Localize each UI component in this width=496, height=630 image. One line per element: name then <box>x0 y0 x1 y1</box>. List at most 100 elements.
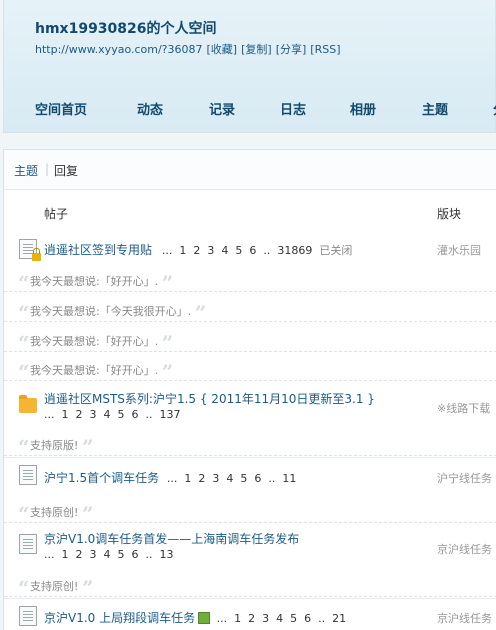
column-board-header: 版块 <box>437 207 462 221</box>
thread-title[interactable]: 京沪V1.0 上局翔段调车任务 <box>44 611 195 625</box>
page-link[interactable]: 137 <box>160 408 181 421</box>
page-link[interactable]: 6 <box>132 408 139 421</box>
page-ellipsis: ... <box>166 472 178 485</box>
page-link[interactable]: 6 <box>304 612 311 625</box>
column-post-header: 帖子 <box>44 207 69 221</box>
page-link[interactable]: 2 <box>193 244 200 257</box>
board-link[interactable]: 灌水乐园 <box>437 242 481 258</box>
board-link[interactable]: 京沪线任务 <box>437 541 492 557</box>
thread-row: 逍遥社区MSTS系列:沪宁1.5 { 2011年11月10日更新至3.1 } .… <box>4 386 496 431</box>
reply-quote: “ 支持原创! ” <box>4 572 496 600</box>
copy-link[interactable]: [复制] <box>241 43 272 56</box>
page-link[interactable]: 3 <box>90 548 97 561</box>
page-link[interactable]: 3 <box>207 244 214 257</box>
tab-replies[interactable]: 回复 <box>54 162 78 179</box>
page-link[interactable]: 6 <box>132 548 139 561</box>
close-quote-icon: ” <box>81 502 93 526</box>
page-link[interactable]: 5 <box>118 408 125 421</box>
page-link[interactable]: 3 <box>262 612 269 625</box>
page-link[interactable]: 31869 <box>277 244 312 257</box>
thread-doc-icon <box>19 606 37 626</box>
row-divider <box>4 457 496 458</box>
page-link[interactable]: 4 <box>104 408 111 421</box>
tab-separator: | <box>45 162 50 176</box>
page-link[interactable]: 3 <box>90 408 97 421</box>
page-link[interactable]: 6 <box>249 244 256 257</box>
nav-topics[interactable]: 主题 <box>422 99 448 118</box>
page-ellipsis: ... <box>44 548 55 561</box>
board-link[interactable]: ※线路下载 <box>437 400 490 416</box>
reply-quote: “ 支持原创! ” <box>4 498 496 526</box>
close-quote-icon: ” <box>194 301 206 325</box>
thread-title[interactable]: 逍遥社区签到专用贴 <box>44 243 152 257</box>
favorite-link[interactable]: [收藏] <box>207 43 238 56</box>
open-quote-icon: “ <box>18 331 29 355</box>
nav-blog[interactable]: 日志 <box>280 99 306 118</box>
quote-text: 支持原创! <box>30 506 79 519</box>
page-link[interactable]: 5 <box>290 612 297 625</box>
page-link[interactable]: 6 <box>254 472 261 485</box>
page-link[interactable]: 2 <box>76 408 83 421</box>
thread-doc-icon <box>19 465 37 485</box>
page-link[interactable]: 1 <box>62 408 69 421</box>
reply-quote: “ 我今天最想说:「好开心」. ” <box>4 356 496 384</box>
row-divider <box>4 598 496 599</box>
quote-text: 我今天最想说:「好开心」. <box>30 275 159 288</box>
reply-quote: “ 我今天最想说:「今天我很开心」. ” <box>4 297 496 325</box>
folder-icon <box>19 395 37 413</box>
thread-doc-icon <box>19 534 37 554</box>
open-quote-icon: “ <box>18 360 29 384</box>
page-link[interactable]: 21 <box>332 612 346 625</box>
rss-link[interactable]: [RSS] <box>310 43 340 56</box>
thread-title[interactable]: 逍遥社区MSTS系列:沪宁1.5 { 2011年11月10日更新至3.1 } <box>44 390 375 407</box>
reply-quote: “ 支持原版! ” <box>4 431 496 459</box>
page-link[interactable]: 1 <box>234 612 241 625</box>
nav-records[interactable]: 记录 <box>209 99 235 118</box>
page-link[interactable]: 4 <box>276 612 283 625</box>
open-quote-icon: “ <box>18 271 29 295</box>
page-link[interactable]: 5 <box>118 548 125 561</box>
nav-home[interactable]: 空间首页 <box>35 99 87 118</box>
nav-activity[interactable]: 动态 <box>137 99 163 118</box>
quote-text: 支持原创! <box>30 580 79 593</box>
share-link[interactable]: [分享] <box>276 43 307 56</box>
thread-title[interactable]: 京沪V1.0调车任务首发——上海南调车任务发布 <box>44 530 299 547</box>
thread-row: 沪宁1.5首个调车任务 ... 1 2 3 4 5 6.. 11 沪宁线任务 <box>4 462 496 492</box>
space-links: http://www.xyyao.com/?36087 [收藏] [复制] [分享][… <box>35 41 345 57</box>
open-quote-icon: “ <box>18 435 29 459</box>
page-link[interactable]: 5 <box>235 244 242 257</box>
reply-quote: “ 我今天最想说:「好开心」. ” <box>4 327 496 355</box>
locked-thread-icon <box>19 239 41 261</box>
page-ellipsis: ... <box>44 408 55 421</box>
board-link[interactable]: 沪宁线任务 <box>437 470 492 486</box>
thread-row: 京沪V1.0调车任务首发——上海南调车任务发布 ... 1 2 3 4 5 6.. 13 京沪… <box>4 526 496 571</box>
page-link[interactable]: 13 <box>160 548 174 561</box>
tab-topics[interactable]: 主题 <box>14 162 38 179</box>
thread-title[interactable]: 沪宁1.5首个调车任务 <box>44 471 159 485</box>
page-link[interactable]: 2 <box>248 612 255 625</box>
page-link[interactable]: 3 <box>212 472 219 485</box>
close-quote-icon: ” <box>81 435 93 459</box>
closed-status: 已关闭 <box>319 244 353 257</box>
page-link[interactable]: 11 <box>282 472 296 485</box>
page-link[interactable]: 1 <box>62 548 69 561</box>
page-link[interactable]: 4 <box>104 548 111 561</box>
page-link[interactable]: 2 <box>198 472 205 485</box>
page-link[interactable]: 1 <box>179 244 186 257</box>
topics-panel: 主题 | 回复 帖子 版块 逍遥社区签到专用贴 ... 1 2 3 4 5 6.. 31869… <box>3 149 496 630</box>
space-url-link[interactable]: http://www.xyyao.com/?36087 <box>35 43 203 56</box>
nav-album[interactable]: 相册 <box>350 99 376 118</box>
page-ellipsis: .. <box>263 244 271 257</box>
thread-row: 京沪V1.0 上局翔段调车任务 ... 1 2 3 4 5 6.. 21 京沪线任务 <box>4 602 496 630</box>
page-link[interactable]: 2 <box>76 548 83 561</box>
page-link[interactable]: 5 <box>240 472 247 485</box>
page-link[interactable]: 4 <box>221 244 228 257</box>
page-link[interactable]: 1 <box>184 472 191 485</box>
board-link[interactable]: 京沪线任务 <box>437 610 492 626</box>
open-quote-icon: “ <box>18 502 29 526</box>
quote-text: 我今天最想说:「今天我很开心」. <box>30 305 192 318</box>
page-ellipsis: ... <box>216 612 228 625</box>
close-quote-icon: ” <box>161 271 173 295</box>
page-link[interactable]: 4 <box>226 472 233 485</box>
close-quote-icon: ” <box>161 331 173 355</box>
